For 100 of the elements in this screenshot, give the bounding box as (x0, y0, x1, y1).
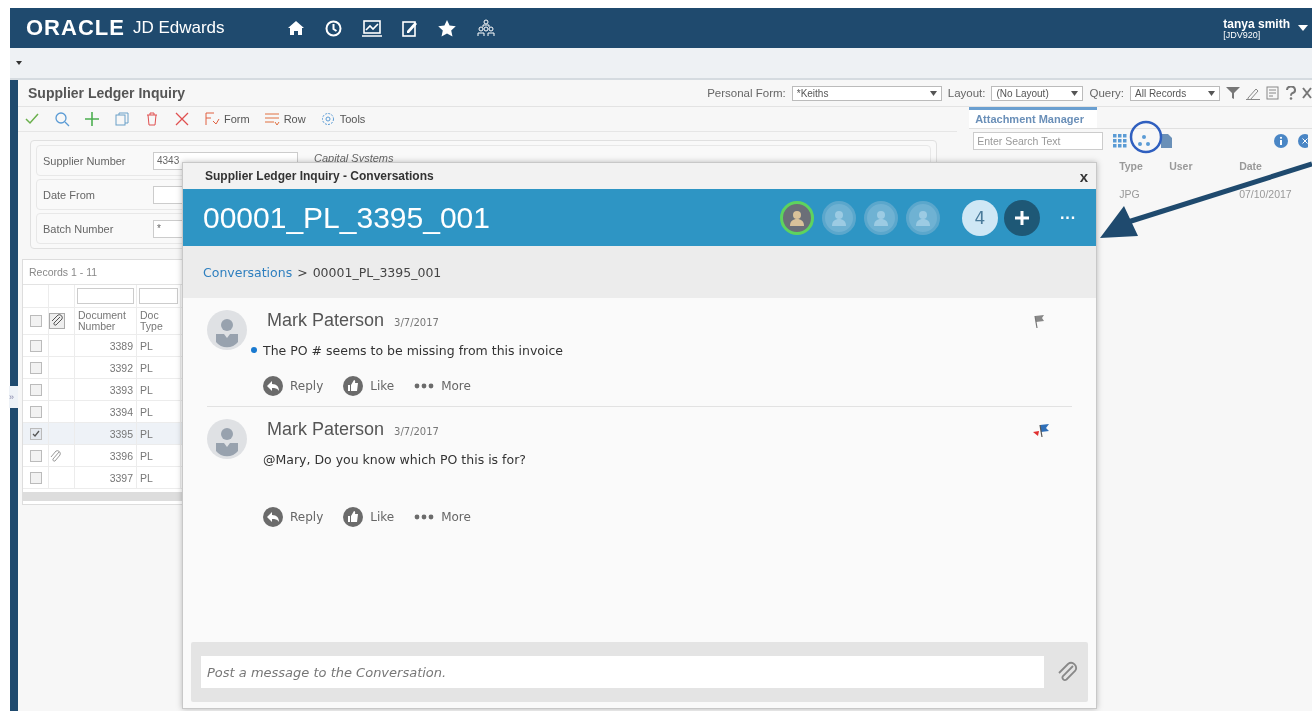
close-button[interactable]: x (1079, 167, 1088, 185)
toolbar-button[interactable] (144, 111, 160, 127)
check-icon (32, 429, 40, 438)
table-cell: PL (137, 379, 181, 400)
caret-icon (1208, 90, 1215, 96)
table-cell: PL (137, 357, 181, 378)
action-button[interactable]: Reply (263, 507, 324, 527)
avatar-icon (207, 419, 247, 459)
plus-icon (84, 111, 100, 127)
person-icon (914, 208, 932, 227)
table-cell: 3394 (75, 401, 137, 422)
close-icon (174, 111, 190, 127)
form-title: Supplier Ledger Inquiry (28, 85, 186, 101)
caret-icon (929, 90, 937, 96)
dialog-title: Supplier Ledger Inquiry - Conversations (205, 169, 434, 183)
column-header[interactable]: Doc Type (137, 308, 181, 334)
pencil-icon[interactable] (1246, 86, 1260, 100)
expand-tab[interactable]: » (9, 386, 18, 408)
toolbar-button[interactable]: Form (204, 111, 250, 127)
filter-icon[interactable] (1226, 86, 1240, 100)
dropdown[interactable]: *Keiths (791, 85, 942, 101)
action-button[interactable]: Like (343, 376, 395, 396)
filter-field[interactable] (139, 288, 178, 304)
author-name: Mark Paterson (267, 419, 385, 440)
document-icon[interactable] (1161, 134, 1174, 148)
toolbar-button[interactable] (24, 111, 40, 127)
table-cell: 3393 (75, 379, 137, 400)
field-label: Batch Number (43, 222, 115, 235)
field-label: Date From (43, 188, 96, 201)
brand-logo: ORACLE (26, 15, 125, 41)
toolbar-button[interactable] (114, 111, 130, 127)
avatar[interactable] (822, 200, 856, 235)
toolbar-button[interactable] (174, 111, 190, 127)
product-name: JD Edwards (132, 18, 225, 38)
thumbs-up-icon (343, 376, 364, 396)
row-checkbox[interactable] (30, 427, 42, 440)
more-button[interactable]: ··· (1060, 208, 1076, 227)
edit-icon[interactable] (401, 19, 418, 37)
breadcrumb-link[interactable]: Conversations (203, 264, 293, 280)
info-icon[interactable] (1274, 134, 1288, 148)
panel-tab[interactable]: Attachment Manager (969, 107, 1098, 128)
action-button[interactable]: Reply (263, 376, 324, 396)
row-checkbox[interactable] (30, 449, 42, 462)
action-button[interactable]: More (414, 376, 471, 396)
row-checkbox[interactable] (30, 339, 42, 352)
toolbar-button[interactable]: Tools (319, 111, 366, 127)
action-button[interactable]: More (414, 507, 471, 527)
message-date: 3/7/2017 (394, 317, 439, 328)
table-cell-text: 07/10/2017 (1239, 188, 1293, 200)
user-name: tanya smith (1223, 16, 1290, 31)
avatar[interactable] (864, 200, 898, 235)
toolbar-button[interactable]: Row (263, 111, 306, 127)
grid-icon[interactable] (1113, 134, 1128, 148)
table-cell: 3392 (75, 357, 137, 378)
caret-icon[interactable] (1298, 25, 1308, 31)
row-checkbox[interactable] (30, 361, 42, 374)
filter-field[interactable] (77, 288, 134, 304)
help-icon[interactable] (1286, 86, 1296, 100)
flag-icon[interactable] (1032, 314, 1046, 330)
person-icon (872, 208, 890, 227)
checkbox[interactable] (30, 315, 42, 327)
caret-icon[interactable] (16, 61, 22, 65)
close-icon[interactable] (1302, 87, 1312, 99)
column-header[interactable]: Document Number (75, 308, 137, 334)
avatar[interactable] (780, 200, 814, 235)
table-cell: PL (137, 445, 181, 466)
selector-label: Query: (1089, 87, 1124, 99)
flag-icon[interactable] (1032, 423, 1050, 439)
home-icon[interactable] (286, 20, 305, 36)
row-checkbox[interactable] (30, 383, 42, 396)
people-hierarchy-icon[interactable] (475, 19, 496, 37)
search-field[interactable]: Enter Search Text (973, 132, 1104, 150)
ellipsis-icon (414, 383, 435, 389)
action-button[interactable]: Like (343, 507, 395, 527)
add-button[interactable] (1004, 199, 1040, 236)
toolbar-button[interactable] (84, 111, 100, 127)
avatar[interactable] (906, 200, 940, 235)
star-icon[interactable] (437, 19, 456, 37)
message-input[interactable]: Post a message to the Conversation. (201, 656, 1044, 688)
clock-icon[interactable] (324, 19, 342, 37)
thumbs-up-icon (343, 507, 364, 527)
paperclip-icon[interactable] (1056, 661, 1078, 683)
trash-icon (144, 111, 160, 127)
row-checkbox[interactable] (30, 471, 42, 484)
caret-icon (1071, 90, 1079, 96)
close-icon[interactable] (1298, 134, 1308, 148)
dropdown[interactable]: (No Layout) (991, 85, 1084, 101)
hierarchy-icon[interactable] (1137, 134, 1152, 148)
highlight-circle (1129, 120, 1163, 154)
breadcrumb-separator: > (297, 264, 308, 280)
form-icon (204, 111, 220, 127)
participant-count: 4 (962, 199, 998, 236)
table-cell-text: JPG (1119, 188, 1141, 200)
copy-icon (114, 111, 130, 127)
chart-monitor-icon[interactable] (361, 19, 382, 37)
dropdown[interactable]: All Records (1130, 85, 1220, 101)
person-icon (788, 208, 806, 227)
toolbar-button[interactable] (54, 111, 70, 127)
notes-icon[interactable] (1266, 86, 1280, 100)
row-checkbox[interactable] (30, 405, 42, 418)
